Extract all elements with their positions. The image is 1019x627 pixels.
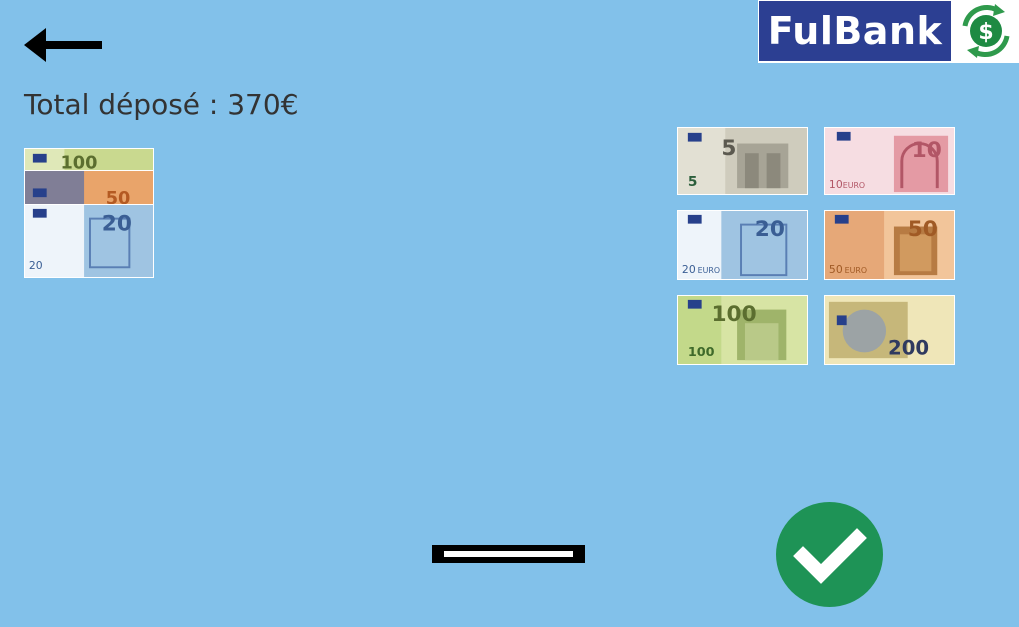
- banknote-50-button[interactable]: 50 50 EURO: [824, 210, 955, 280]
- confirm-button[interactable]: [776, 502, 883, 607]
- banknote-200-button[interactable]: 200: [824, 295, 955, 365]
- banknote-100-image: 100 100: [678, 296, 807, 364]
- banknote-10-button[interactable]: 10 10 EURO: [824, 127, 955, 195]
- back-button[interactable]: [24, 26, 104, 64]
- logo-text-box: FulBank: [759, 1, 951, 61]
- banknote-200-image: 200: [825, 296, 954, 364]
- svg-text:10: 10: [829, 178, 843, 191]
- svg-text:5: 5: [688, 174, 698, 190]
- total-deposited-label: Total déposé : 370€: [24, 88, 299, 121]
- cash-slot-icon: [432, 545, 585, 563]
- banknote-5-button[interactable]: 5 5: [677, 127, 808, 195]
- dollar-exchange-icon: $: [962, 4, 1010, 58]
- banknote-20-button[interactable]: 20 20 EURO: [677, 210, 808, 280]
- banknote-50-image: 50 50 EURO: [825, 211, 954, 279]
- svg-text:EURO: EURO: [698, 266, 720, 275]
- banknote-100-button[interactable]: 100 100: [677, 295, 808, 365]
- svg-text:EURO: EURO: [843, 181, 865, 190]
- svg-text:5: 5: [721, 136, 736, 161]
- svg-text:50: 50: [908, 217, 938, 242]
- svg-text:20: 20: [102, 211, 132, 236]
- banknote-20-image: 20 20 EURO: [678, 211, 807, 279]
- svg-text:20: 20: [29, 259, 43, 272]
- svg-text:100: 100: [688, 344, 715, 359]
- svg-text:200: 200: [888, 336, 929, 359]
- checkmark-icon: [776, 502, 883, 607]
- svg-text:20: 20: [682, 263, 696, 276]
- banknote-5-image: 5 5: [678, 128, 807, 194]
- svg-text:$: $: [978, 20, 993, 45]
- cash-slot-opening: [444, 551, 573, 557]
- fulbank-logo: FulBank $: [758, 0, 1019, 63]
- deposited-notes-stack: 100 50 20 20: [24, 148, 154, 278]
- svg-text:50: 50: [829, 263, 843, 276]
- deposited-note-20: 20 20: [24, 204, 154, 278]
- svg-text:20: 20: [755, 217, 785, 242]
- logo-text: FulBank: [767, 9, 943, 53]
- svg-text:EURO: EURO: [845, 266, 867, 275]
- banknote-10-image: 10 10 EURO: [825, 128, 954, 194]
- svg-text:10: 10: [912, 138, 942, 163]
- arrow-left-icon: [24, 28, 102, 62]
- svg-text:100: 100: [711, 302, 756, 327]
